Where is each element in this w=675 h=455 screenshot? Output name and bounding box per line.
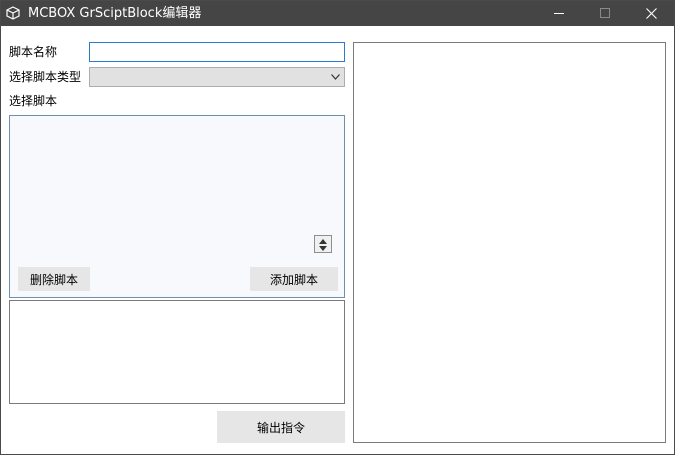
script-name-input[interactable] [89,42,345,62]
script-type-label: 选择脚本类型 [9,70,82,84]
minimize-icon [554,13,564,14]
delete-script-button[interactable]: 删除脚本 [18,267,90,291]
script-type-select[interactable] [89,67,345,87]
app-window: MCBOX GrSciptBlock编辑器 脚本名称 选择脚本类型 选择脚本 删… [0,0,675,455]
client-area: 脚本名称 选择脚本类型 选择脚本 删除脚本 添加脚本 输出指令 [1,26,674,454]
chevron-down-icon [331,74,340,80]
arrow-up-icon[interactable] [319,239,327,244]
close-icon [646,8,657,19]
cube-icon [6,6,20,20]
title-bar[interactable]: MCBOX GrSciptBlock编辑器 [1,1,674,26]
arrow-down-icon[interactable] [319,246,327,251]
maximize-button[interactable] [582,1,628,26]
maximize-icon [600,8,610,18]
script-spinner[interactable] [314,235,332,253]
output-text-area[interactable] [353,42,666,443]
window-title: MCBOX GrSciptBlock编辑器 [28,6,202,21]
script-list-panel[interactable]: 删除脚本 添加脚本 [9,115,345,298]
close-button[interactable] [628,1,674,26]
add-script-button[interactable]: 添加脚本 [250,267,338,291]
script-name-label: 脚本名称 [9,45,58,59]
script-log-box[interactable] [9,300,345,404]
select-script-label: 选择脚本 [9,94,58,108]
minimize-button[interactable] [536,1,582,26]
output-command-button[interactable]: 输出指令 [217,411,345,443]
